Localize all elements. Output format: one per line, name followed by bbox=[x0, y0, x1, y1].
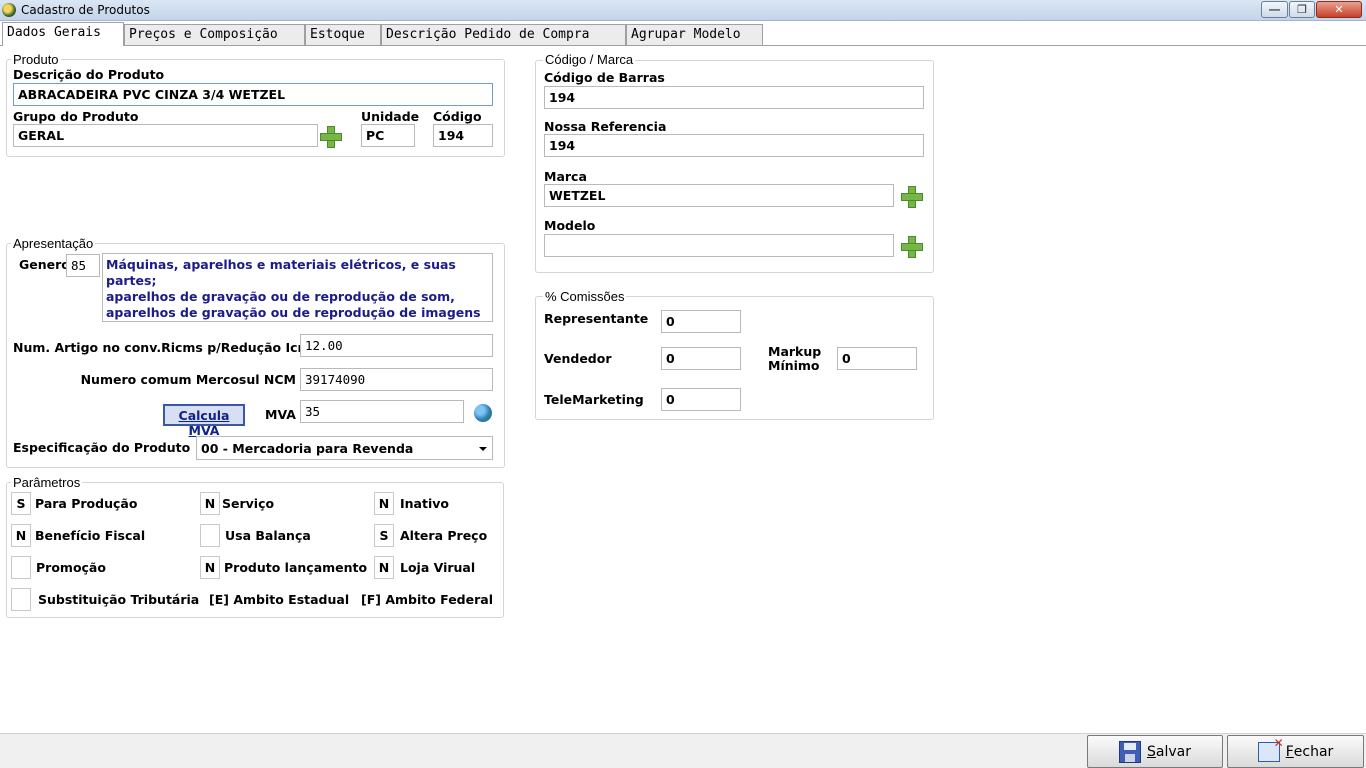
especificacao-select[interactable]: 00 - Mercadoria para Revenda bbox=[196, 436, 493, 460]
representante-input[interactable]: 0 bbox=[661, 310, 741, 333]
vendedor-input[interactable]: 0 bbox=[661, 347, 741, 370]
comissoes-group-title: % Comissões bbox=[543, 289, 627, 304]
fechar-label: echar bbox=[1293, 743, 1334, 760]
add-marca-plus-icon[interactable] bbox=[899, 184, 923, 208]
mva-label: MVA bbox=[265, 407, 296, 422]
vendedor-label: Vendedor bbox=[544, 351, 612, 366]
tab-dados-gerais[interactable]: Dados Gerais bbox=[2, 22, 124, 46]
genero-description[interactable]: Máquinas, aparelhos e materiais elétrico… bbox=[102, 253, 493, 322]
ncm-input[interactable]: 39174090 bbox=[300, 368, 493, 391]
loja-virtual-flag[interactable]: N bbox=[374, 556, 394, 579]
telemarketing-input[interactable]: 0 bbox=[661, 388, 741, 411]
parametros-group-title: Parâmetros bbox=[11, 475, 83, 490]
genero-desc-line: Máquinas, aparelhos e materiais elétrico… bbox=[106, 257, 456, 288]
markup-label-line: Mínimo bbox=[768, 358, 820, 373]
altera-preco-flag[interactable]: S bbox=[374, 524, 394, 547]
beneficio-fiscal-flag[interactable]: N bbox=[11, 524, 31, 547]
substituicao-tributaria-label: Substituição Tributária bbox=[38, 592, 200, 607]
close-window-icon bbox=[1257, 736, 1284, 762]
tab-descricao-pedido-compra[interactable]: Descrição Pedido de Compra bbox=[381, 24, 626, 45]
globe-icon[interactable] bbox=[474, 404, 492, 422]
markup-minimo-input[interactable]: 0 bbox=[837, 347, 917, 370]
marca-label: Marca bbox=[544, 169, 587, 184]
especificacao-selected-value: 00 - Mercadoria para Revenda bbox=[201, 441, 414, 456]
markup-label: Markup Mínimo bbox=[768, 345, 821, 373]
para-producao-flag[interactable]: S bbox=[11, 492, 31, 515]
close-button[interactable]: ✕ bbox=[1316, 1, 1362, 18]
marca-input[interactable]: WETZEL bbox=[544, 184, 894, 207]
tab-agrupar-modelo[interactable]: Agrupar Modelo bbox=[626, 24, 763, 45]
unidade-input[interactable]: PC bbox=[361, 124, 415, 147]
add-grupo-plus-icon[interactable] bbox=[318, 124, 342, 148]
app-icon bbox=[2, 3, 16, 17]
modelo-label: Modelo bbox=[544, 218, 596, 233]
fechar-button[interactable]: Fechar bbox=[1227, 735, 1364, 768]
salvar-button[interactable]: Salvar bbox=[1087, 735, 1223, 768]
maximize-button[interactable]: ❐ bbox=[1289, 1, 1315, 18]
promocao-label: Promoção bbox=[36, 560, 106, 575]
nossa-referencia-label: Nossa Referencia bbox=[544, 119, 667, 134]
produto-group-title: Produto bbox=[11, 52, 61, 67]
tab-strip-line bbox=[0, 45, 1366, 46]
salvar-mnemonic: S bbox=[1147, 743, 1156, 760]
apresentacao-group-title: Apresentação bbox=[11, 236, 96, 251]
codigo-label: Código bbox=[433, 109, 482, 124]
inativo-flag[interactable]: N bbox=[374, 492, 394, 515]
substituicao-tributaria-flag[interactable] bbox=[11, 588, 31, 611]
num-artigo-input[interactable]: 12.00 bbox=[300, 334, 493, 357]
tab-estoque[interactable]: Estoque bbox=[305, 24, 381, 45]
tab-precos-composicao[interactable]: Preços e Composição bbox=[124, 24, 305, 45]
servico-label: Serviço bbox=[222, 496, 275, 511]
ambito-estadual-label: [E] Ambito Estadual bbox=[209, 592, 350, 607]
grupo-input[interactable]: GERAL bbox=[13, 124, 318, 147]
add-modelo-plus-icon[interactable] bbox=[899, 234, 923, 258]
genero-code-input[interactable]: 85 bbox=[66, 254, 100, 277]
minimize-button[interactable]: — bbox=[1261, 1, 1288, 18]
window-title: Cadastro de Produtos bbox=[21, 3, 150, 17]
promocao-flag[interactable] bbox=[11, 556, 31, 579]
para-producao-label: Para Produção bbox=[35, 496, 138, 511]
modelo-input[interactable] bbox=[544, 234, 894, 257]
nossa-referencia-input[interactable]: 194 bbox=[544, 134, 924, 157]
fechar-mnemonic: F bbox=[1285, 743, 1294, 760]
codigo-barras-label: Código de Barras bbox=[544, 70, 665, 85]
genero-desc-line: aparelhos de gravação ou de reprodução d… bbox=[106, 289, 455, 304]
servico-flag[interactable]: N bbox=[200, 492, 220, 515]
calcula-mva-button[interactable]: Calcula MVA bbox=[163, 404, 245, 438]
altera-preco-label: Altera Preço bbox=[400, 528, 488, 543]
ncm-label: Numero comum Mercosul NCM bbox=[80, 372, 296, 387]
grupo-label: Grupo do Produto bbox=[13, 109, 139, 124]
genero-desc-line: aparelhos de gravação ou de reprodução d… bbox=[106, 305, 481, 320]
inativo-label: Inativo bbox=[400, 496, 449, 511]
usa-balanca-label: Usa Balança bbox=[225, 528, 311, 543]
especificacao-label: Especificação do Produto bbox=[13, 440, 191, 455]
telemarketing-label: TeleMarketing bbox=[544, 392, 644, 407]
mva-input[interactable]: 35 bbox=[300, 400, 464, 423]
ambito-federal-label: [F] Ambito Federal bbox=[361, 592, 493, 607]
representante-label: Representante bbox=[544, 311, 649, 326]
unidade-label: Unidade bbox=[361, 109, 420, 124]
title-bar bbox=[0, 0, 1366, 21]
descricao-label: Descrição do Produto bbox=[13, 67, 165, 82]
save-disk-icon bbox=[1119, 740, 1141, 763]
codigo-input[interactable]: 194 bbox=[433, 124, 493, 147]
loja-virtual-label: Loja Virual bbox=[400, 560, 476, 575]
beneficio-fiscal-label: Benefício Fiscal bbox=[35, 528, 146, 543]
usa-balanca-flag[interactable] bbox=[200, 524, 220, 547]
codigo-marca-group-title: Código / Marca bbox=[543, 52, 636, 67]
produto-lancamento-label: Produto lançamento bbox=[224, 560, 368, 575]
descricao-input[interactable]: ABRACADEIRA PVC CINZA 3/4 WETZEL bbox=[13, 83, 493, 106]
codigo-barras-input[interactable]: 194 bbox=[544, 86, 924, 109]
salvar-label: alvar bbox=[1155, 743, 1191, 760]
num-artigo-label: Num. Artigo no conv.Ricms p/Redução Icms bbox=[13, 340, 318, 355]
markup-label-line: Markup bbox=[768, 344, 822, 359]
genero-label: Genero bbox=[19, 257, 70, 272]
produto-lancamento-flag[interactable]: N bbox=[200, 556, 220, 579]
dropdown-arrow-icon bbox=[479, 447, 487, 451]
